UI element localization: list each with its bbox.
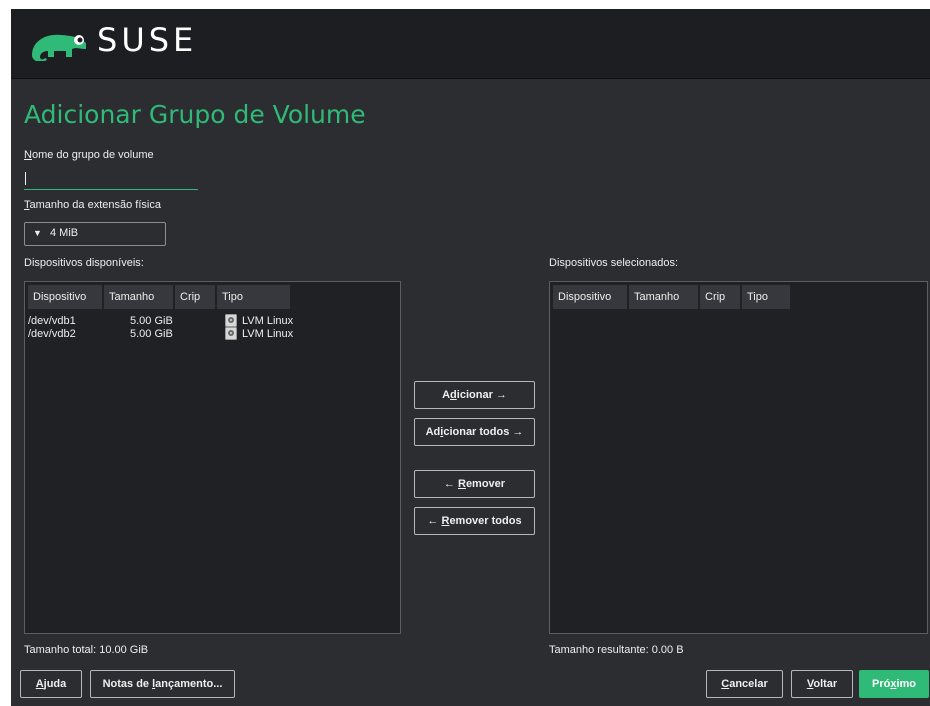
- selected-devices-label: Dispositivos selecionados:: [549, 257, 679, 269]
- installer-window: SUSE Adicionar Grupo de Volume Nome do g…: [11, 9, 930, 706]
- add-all-button[interactable]: Adicionar todos →: [414, 418, 535, 446]
- suse-logo-text: SUSE: [97, 21, 198, 59]
- column-header-size[interactable]: Tamanho: [629, 285, 698, 309]
- cell-device: /dev/vdb1: [28, 315, 76, 327]
- add-button[interactable]: Adicionar →: [414, 381, 535, 409]
- column-header-device[interactable]: Dispositivo: [28, 285, 102, 309]
- column-header-crypt[interactable]: Crip: [700, 285, 740, 309]
- cancel-button[interactable]: Cancelar: [706, 670, 783, 698]
- extent-size-select[interactable]: ▼ 4 MiB: [24, 222, 166, 246]
- cell-type: LVM Linux: [242, 315, 294, 327]
- dropdown-caret-icon: ▼: [33, 228, 42, 238]
- suse-chameleon-icon: [32, 34, 86, 61]
- vg-name-label: Nome do grupo de volume: [24, 149, 154, 161]
- column-header-crypt[interactable]: Crip: [175, 285, 215, 309]
- column-header-size[interactable]: Tamanho: [104, 285, 173, 309]
- available-devices-table[interactable]: Dispositivo Tamanho Crip Tipo /dev/vdb1 …: [24, 281, 401, 634]
- table-header: Dispositivo Tamanho Crip Tipo: [28, 285, 292, 309]
- table-row[interactable]: /dev/vdb1 5.00 GiB LVM Linux: [28, 314, 397, 328]
- cell-size: 5.00 GiB: [130, 328, 173, 340]
- table-header: Dispositivo Tamanho Crip Tipo: [553, 285, 792, 309]
- remove-all-button[interactable]: ← Remover todos: [414, 507, 535, 535]
- extent-size-value: 4 MiB: [50, 227, 79, 239]
- total-size-text: Tamanho total: 10.00 GiB: [24, 644, 149, 656]
- back-button[interactable]: Voltar: [791, 670, 853, 698]
- header-bar: SUSE: [11, 9, 930, 79]
- column-header-device[interactable]: Dispositivo: [553, 285, 627, 309]
- selected-devices-table[interactable]: Dispositivo Tamanho Crip Tipo: [549, 281, 928, 634]
- remove-button[interactable]: ← Remover: [414, 470, 535, 498]
- text-cursor: [25, 172, 26, 185]
- release-notes-button[interactable]: Notas de lançamento...: [90, 670, 235, 698]
- hard-disk-icon: [225, 327, 237, 340]
- resulting-size-text: Tamanho resultante: 0.00 B: [549, 644, 684, 656]
- column-header-type[interactable]: Tipo: [217, 285, 290, 309]
- page-title: Adicionar Grupo de Volume: [24, 100, 366, 129]
- help-button[interactable]: Ajuda: [20, 670, 82, 698]
- cell-type: LVM Linux: [242, 328, 294, 340]
- next-button[interactable]: Próximo: [859, 670, 929, 698]
- cell-size: 5.00 GiB: [130, 315, 173, 327]
- cell-device: /dev/vdb2: [28, 328, 76, 340]
- vg-name-input[interactable]: [24, 169, 198, 190]
- available-devices-label: Dispositivos disponíveis:: [24, 257, 144, 269]
- column-header-type[interactable]: Tipo: [742, 285, 790, 309]
- table-row[interactable]: /dev/vdb2 5.00 GiB LVM Linux: [28, 327, 397, 341]
- extent-size-label: Tamanho da extensão física: [24, 199, 161, 211]
- hard-disk-icon: [225, 314, 237, 327]
